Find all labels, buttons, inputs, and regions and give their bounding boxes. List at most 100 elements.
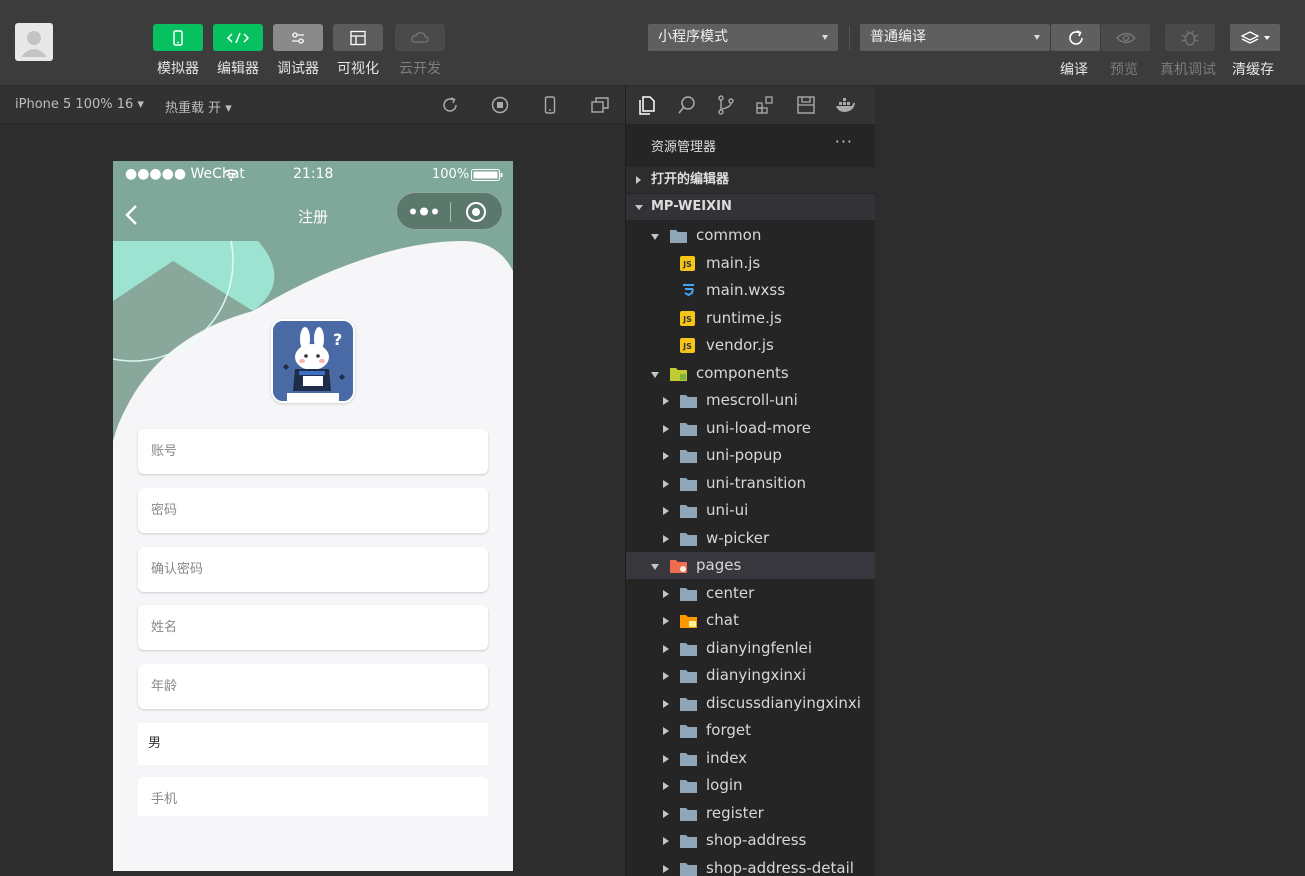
mode-select[interactable]: 小程序模式 — [648, 24, 838, 51]
tree-folder-dianyingfenlei[interactable]: dianyingfenlei — [626, 635, 875, 662]
chevron-right-icon — [663, 617, 669, 625]
name-placeholder: 姓名 — [151, 620, 178, 635]
phone-icon[interactable] — [540, 95, 560, 115]
extensions-icon[interactable] — [754, 94, 776, 116]
confirm-password-input[interactable]: 确认密码 — [138, 547, 488, 592]
chevron-right-icon — [663, 754, 669, 763]
user-avatar[interactable] — [15, 23, 53, 61]
chevron-down-icon — [1264, 35, 1270, 40]
phone-input[interactable]: 手机 — [138, 777, 488, 816]
folder-icon — [680, 587, 697, 601]
folder-icon — [680, 807, 697, 821]
tree-item-label: uni-transition — [706, 473, 807, 492]
record-icon[interactable] — [490, 95, 510, 115]
age-input[interactable]: 年龄 — [138, 664, 488, 709]
tree-file-runtime.js[interactable]: JS runtime.js — [626, 305, 875, 332]
tree-file-vendor.js[interactable]: JS vendor.js — [626, 332, 875, 359]
sliders-icon — [292, 31, 304, 44]
phone-screen: ●●●●● WeChat 21:18 100% 注册 ? 账号 密码 确认密码 … — [113, 161, 513, 871]
compile-select[interactable]: 普通编译 — [860, 24, 1050, 51]
tree-folder-dianyingxinxi[interactable]: dianyingxinxi — [626, 662, 875, 689]
more-dots-icon[interactable] — [409, 207, 439, 216]
tree-folder-components[interactable]: components — [626, 360, 875, 387]
device-select[interactable]: iPhone 5 100% 16 ▾ — [15, 97, 144, 112]
visual-toggle[interactable]: 可视化 — [333, 24, 383, 78]
compile-button[interactable] — [1051, 24, 1100, 51]
account-placeholder: 账号 — [151, 444, 178, 459]
remote-debug-label: 真机调试 — [1160, 62, 1216, 78]
gender-picker[interactable]: 男 — [138, 723, 488, 765]
close-target-icon[interactable] — [465, 201, 487, 223]
search-icon[interactable] — [676, 94, 698, 116]
folder-icon — [680, 752, 697, 766]
tree-item-label: uni-load-more — [706, 418, 811, 437]
folder-icon — [680, 697, 697, 711]
tree-folder-common[interactable]: common — [626, 222, 875, 249]
chevron-down-icon — [651, 371, 659, 378]
debugger-toggle[interactable]: 调试器 — [273, 24, 323, 78]
project-section[interactable]: MP-WEIXIN — [626, 194, 875, 220]
tree-folder-forget[interactable]: forget — [626, 717, 875, 744]
chevron-down-icon — [651, 234, 659, 240]
chevron-down-icon — [822, 35, 828, 40]
docker-icon[interactable] — [834, 94, 856, 116]
storage-icon[interactable] — [795, 94, 817, 116]
simulator-toggle[interactable]: 模拟器 — [153, 24, 203, 78]
compile-label: 编译 — [1060, 62, 1088, 78]
tree-file-main.js[interactable]: JS main.js — [626, 250, 875, 277]
folder-icon — [680, 835, 697, 848]
tree-folder-index[interactable]: index — [626, 745, 875, 772]
file-explorer: 资源管理器 ··· 打开的编辑器 MP-WEIXIN common JS main.… — [626, 86, 875, 876]
tree-folder-pages[interactable]: pages — [626, 552, 875, 579]
layout-icon — [350, 30, 366, 45]
device-select-value: iPhone 5 100% 16 — [15, 97, 134, 112]
js-file-icon: JS — [680, 255, 695, 271]
source-control-icon[interactable] — [715, 94, 737, 116]
tree-folder-uni-ui[interactable]: uni-ui — [626, 497, 875, 524]
open-editors-section[interactable]: 打开的编辑器 — [626, 167, 875, 193]
tree-folder-shop-address-detail[interactable]: shop-address-detail — [626, 855, 875, 876]
tree-folder-register[interactable]: register — [626, 800, 875, 827]
tree-folder-center[interactable]: center — [626, 580, 875, 607]
remote-debug-button[interactable] — [1165, 24, 1215, 51]
preview-button[interactable] — [1101, 24, 1150, 51]
password-placeholder: 密码 — [151, 503, 178, 518]
hot-reload-toggle[interactable]: 热重载 开 ▾ — [165, 97, 232, 116]
refresh-icon — [1068, 29, 1083, 45]
tree-item-label: common — [696, 226, 762, 244]
confirm-password-placeholder: 确认密码 — [151, 562, 204, 577]
name-input[interactable]: 姓名 — [138, 605, 488, 650]
chevron-right-icon — [663, 809, 669, 818]
tree-folder-uni-popup[interactable]: uni-popup — [626, 442, 875, 469]
clear-cache-button[interactable] — [1230, 24, 1280, 51]
editor-toggle[interactable]: 编辑器 — [213, 24, 263, 78]
folder-icon — [680, 477, 697, 491]
tree-item-label: login — [706, 776, 743, 794]
account-input[interactable]: 账号 — [138, 429, 488, 474]
files-icon[interactable] — [635, 94, 657, 116]
tree-folder-mescroll-uni[interactable]: mescroll-uni — [626, 387, 875, 414]
tree-folder-uni-transition[interactable]: uni-transition — [626, 470, 875, 497]
tree-folder-shop-address[interactable]: shop-address — [626, 827, 875, 854]
project-label: MP-WEIXIN — [651, 199, 732, 214]
tree-item-label: w-picker — [706, 528, 770, 547]
chevron-right-icon — [663, 644, 669, 653]
tree-folder-uni-load-more[interactable]: uni-load-more — [626, 415, 875, 442]
tree-folder-chat[interactable]: chat — [626, 607, 875, 634]
detach-window-icon[interactable] — [590, 95, 610, 115]
phone-icon — [173, 29, 183, 46]
tree-folder-w-picker[interactable]: w-picker — [626, 525, 875, 552]
folder-icon — [680, 395, 697, 408]
tree-item-label: discussdianyingxinxi — [706, 693, 861, 712]
tree-folder-discussdianyingxinxi[interactable]: discussdianyingxinxi — [626, 690, 875, 717]
chevron-right-icon — [663, 589, 669, 598]
password-input[interactable]: 密码 — [138, 488, 488, 533]
tree-file-main.wxss[interactable]: main.wxss — [626, 277, 875, 304]
cloud-dev-toggle[interactable]: 云开发 — [395, 24, 445, 78]
tree-item-label: dianyingxinxi — [706, 666, 807, 684]
tree-folder-login[interactable]: login — [626, 772, 875, 799]
folder-icon — [680, 862, 697, 876]
explorer-more-button[interactable]: ··· — [835, 132, 853, 151]
code-icon — [226, 32, 250, 43]
rotate-icon[interactable] — [440, 95, 460, 115]
